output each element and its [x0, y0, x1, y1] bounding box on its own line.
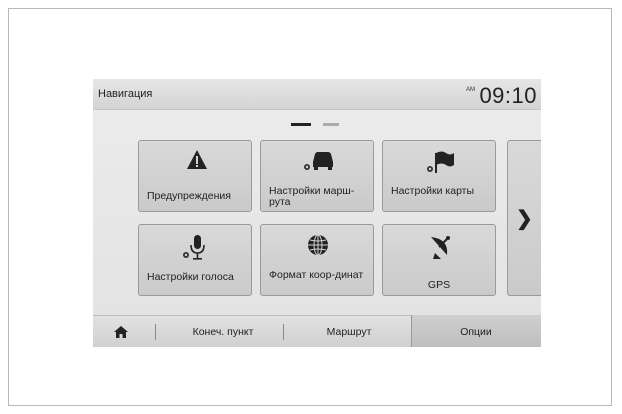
chevron-right-icon: ❯: [516, 208, 533, 230]
menu-tile-coordinate-format[interactable]: Формат коор-динат: [260, 224, 374, 296]
menu-tile-label: GPS: [427, 279, 451, 291]
voice-settings-icon: [183, 235, 205, 260]
menu-tile-warnings[interactable]: Предупреждения: [138, 140, 252, 212]
page-title: Навигация: [98, 88, 153, 100]
menu-tile-label: Предупреждения: [147, 190, 231, 202]
menu-tile-map-settings[interactable]: Настройки карты: [382, 140, 496, 212]
map-settings-icon: [427, 151, 454, 173]
tab-options[interactable]: Опции: [411, 316, 541, 347]
bottom-tab-bar: Конеч. пункт Маршрут Опции: [93, 315, 541, 347]
globe-icon: [308, 234, 328, 256]
status-bar: Навигация AM 09:10: [93, 79, 541, 110]
tab-route[interactable]: Маршрут: [289, 316, 409, 347]
route-settings-icon: [304, 152, 333, 170]
tab-separator: [155, 324, 156, 340]
menu-tile-gps[interactable]: GPS: [382, 224, 496, 296]
page-indicator-inactive: [323, 123, 339, 126]
menu-tile-label: Настройки марш-рута: [269, 185, 355, 208]
satellite-icon: [431, 236, 450, 259]
warning-icon: [187, 150, 207, 169]
menu-tile-route-settings[interactable]: Настройки марш-рута: [260, 140, 374, 212]
home-icon[interactable]: [114, 326, 128, 338]
menu-tile-label: Настройки голоса: [147, 271, 234, 283]
clock: 09:10: [479, 83, 537, 108]
page-indicator-active: [291, 123, 311, 126]
menu-tile-label: Настройки карты: [391, 185, 475, 197]
tab-destination[interactable]: Конеч. пункт: [163, 316, 283, 347]
tab-separator: [283, 324, 284, 340]
navigation-screen: Навигация AM 09:10 Предупреждения Настро…: [93, 79, 541, 347]
next-page-button[interactable]: ❯: [507, 140, 541, 296]
menu-tile-label: Формат коор-динат: [269, 269, 364, 281]
menu-tile-voice-settings[interactable]: Настройки голоса: [138, 224, 252, 296]
am-pm-indicator: AM: [466, 87, 475, 93]
